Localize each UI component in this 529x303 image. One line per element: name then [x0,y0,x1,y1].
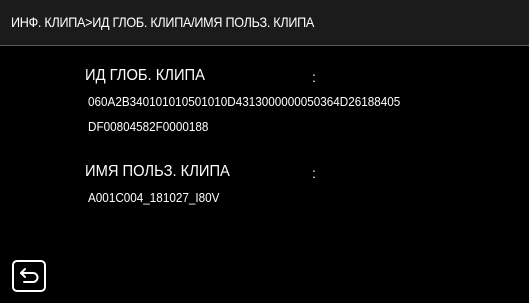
clip-info-screen: ИНФ. КЛИПА>ИД ГЛОБ. КЛИПА/ИМЯ ПОЛЬЗ. КЛИ… [0,0,529,303]
global-clip-id-value-line1: 060A2B340101010501010D4313000000050364D2… [88,94,401,109]
title-bar: ИНФ. КЛИПА>ИД ГЛОБ. КЛИПА/ИМЯ ПОЛЬЗ. КЛИ… [0,0,529,46]
return-arrow-icon [20,268,39,283]
back-button[interactable] [12,260,46,292]
user-clip-name-value: A001C004_181027_I80V [88,190,220,205]
user-clip-name-colon: : [312,165,316,181]
user-clip-name-label: ИМЯ ПОЛЬЗ. КЛИПА [85,163,230,180]
breadcrumb: ИНФ. КЛИПА>ИД ГЛОБ. КЛИПА/ИМЯ ПОЛЬЗ. КЛИ… [11,14,315,30]
global-clip-id-colon: : [312,69,316,85]
global-clip-id-value-line2: DF00804582F0000188 [88,119,209,134]
global-clip-id-label: ИД ГЛОБ. КЛИПА [85,67,205,84]
